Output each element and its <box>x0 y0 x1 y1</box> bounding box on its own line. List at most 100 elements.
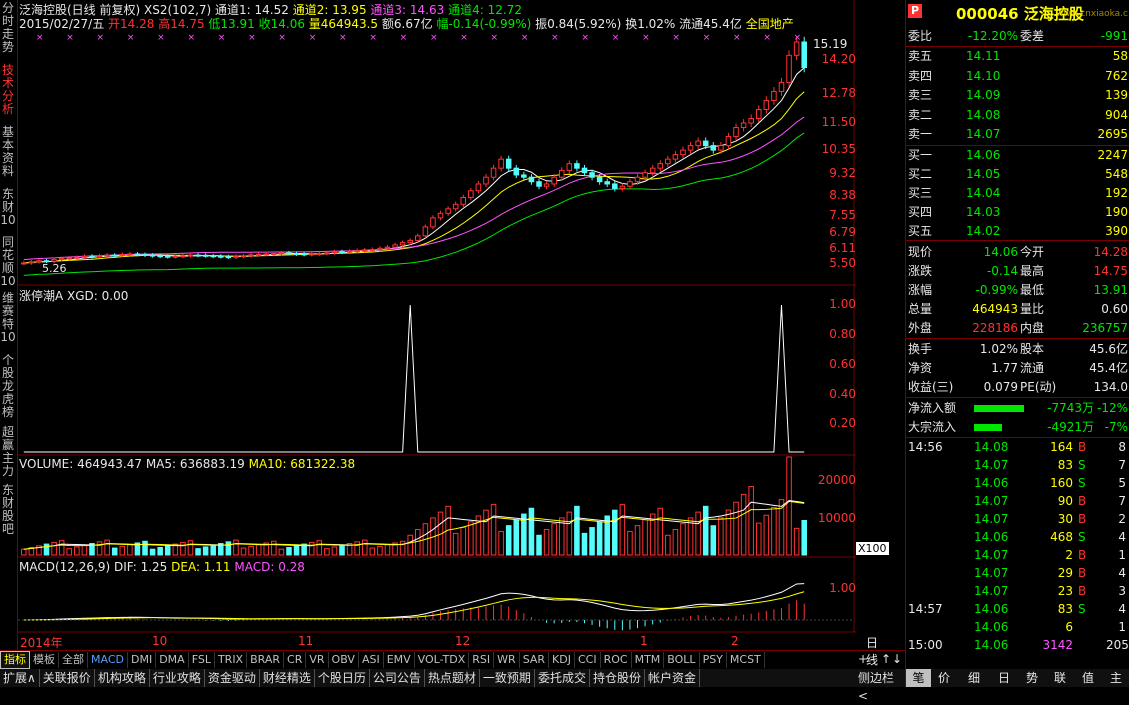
tick-row: 14.07 29 B 4 <box>906 564 1129 582</box>
nav-tab[interactable]: 热点题材 <box>425 669 480 687</box>
panel-tab[interactable]: 日 <box>998 669 1010 687</box>
indicator-tab[interactable]: CCI <box>575 652 601 668</box>
chart-area[interactable]: × × × × × × × × × × × × × × × × × × × × × × × × × × 泛海控股(日线 前复权) … <box>18 0 889 650</box>
side-tab-tonghuashun[interactable]: 同花顺10 <box>0 236 16 288</box>
nav-tab[interactable]: 个股日历 <box>315 669 370 687</box>
indicator-tab[interactable]: CR <box>284 652 307 668</box>
indicator-tab[interactable]: ASI <box>359 652 384 668</box>
side-tab-dragon-tiger[interactable]: 个股龙虎榜 <box>0 354 16 420</box>
candle-body <box>649 167 656 174</box>
indicator-tab[interactable]: PSY <box>700 652 727 668</box>
candle-body <box>286 252 292 255</box>
panel-tab[interactable]: 主 <box>1110 669 1122 687</box>
tick-count: 205 <box>1106 638 1129 652</box>
nav-tab[interactable]: 持仓股份 <box>590 669 645 687</box>
side-tab-dongcai[interactable]: 东财10 <box>0 188 16 234</box>
indicator-tab[interactable]: MACD <box>88 652 128 668</box>
candle-body <box>627 181 633 187</box>
indicator-tab[interactable]: BOLL <box>664 652 700 668</box>
signal-marker: × <box>460 33 468 43</box>
indicator-tab[interactable]: RSI <box>469 652 495 668</box>
candle-body <box>415 235 421 241</box>
indicator-tab[interactable]: EMV <box>384 652 415 668</box>
panel-tab[interactable]: 笔 <box>906 669 931 687</box>
indicator-tab[interactable]: 指标 <box>0 651 30 669</box>
indicator-tab[interactable]: MCST <box>727 652 765 668</box>
stat-value: 14.06 <box>983 245 1018 259</box>
price-tick: 10.35 <box>821 142 856 156</box>
indicator-tab[interactable]: DMA <box>156 652 189 668</box>
nav-tab[interactable]: 资金驱动 <box>205 669 260 687</box>
zoom-in-button[interactable]: + <box>858 652 868 666</box>
candle-body <box>142 253 148 256</box>
nav-tab[interactable]: 扩展∧ <box>0 669 40 687</box>
kline-chart[interactable]: × × × × × × × × × × × × × × × × × × × × × × × × × × <box>18 0 856 650</box>
nav-tab[interactable]: 委托成交 <box>535 669 590 687</box>
ind1-tick: 0.60 <box>829 357 856 371</box>
volume-bar <box>596 521 603 556</box>
volume-tick: 20000 <box>817 473 856 487</box>
indicator-tab[interactable]: VOL-TDX <box>415 652 470 668</box>
zoom-out-button[interactable]: - <box>870 652 874 666</box>
candle-body <box>104 254 110 257</box>
panel-tab[interactable]: 势 <box>1026 669 1038 687</box>
volume-bar <box>96 541 103 556</box>
scroll-up-button[interactable]: ↑ <box>881 652 891 666</box>
panel-tab[interactable]: 细 <box>968 669 980 687</box>
side-tab-weisaite[interactable]: 维赛特10 <box>0 292 16 344</box>
flow-pct: -7% <box>1104 420 1128 434</box>
indicator-tab[interactable]: OBV <box>329 652 359 668</box>
indicator-tab[interactable]: DMI <box>128 652 157 668</box>
candle-body <box>612 183 618 189</box>
ask-row: 卖三 14.09 139 <box>906 86 1129 104</box>
indicator-tab[interactable]: SAR <box>520 652 550 668</box>
panel-tab[interactable]: 价 <box>938 669 950 687</box>
nav-tab[interactable]: 财经精选 <box>260 669 315 687</box>
tick-volume: 160 <box>1050 476 1073 490</box>
indicator-tab[interactable]: WR <box>494 652 520 668</box>
panel-tab[interactable]: 联 <box>1054 669 1066 687</box>
signal-marker: × <box>339 33 347 43</box>
sidebar-toggle[interactable]: 侧边栏< <box>855 669 905 703</box>
bid-label: 买五 <box>908 224 933 238</box>
candle-body <box>36 260 42 263</box>
stat-label: 量比 <box>1020 302 1045 316</box>
candle-body <box>574 163 580 169</box>
nav-tab[interactable]: 关联报价 <box>40 669 95 687</box>
indicator-tab[interactable]: VR <box>306 652 329 668</box>
scroll-down-button[interactable]: ↓ <box>892 652 902 666</box>
side-tab-technical[interactable]: 技术分析 <box>0 64 16 120</box>
nav-tab[interactable]: 行业攻略 <box>150 669 205 687</box>
panel-tab[interactable]: 值 <box>1082 669 1094 687</box>
side-tab-intraday[interactable]: 分时走势 <box>0 2 16 60</box>
side-tab-main-force[interactable]: 超赢主力 <box>0 426 16 478</box>
indicator-tab[interactable]: TRIX <box>215 652 248 668</box>
indicator-tab[interactable]: BRAR <box>247 652 285 668</box>
nav-tab[interactable]: 帐户资金 <box>645 669 700 687</box>
side-tab-fundamentals[interactable]: 基本资料 <box>0 126 16 182</box>
tick-price: 14.06 <box>974 530 1009 544</box>
signal-marker: × <box>97 33 105 43</box>
tick-volume: 468 <box>1050 530 1073 544</box>
indicator-tab[interactable]: 全部 <box>59 652 88 668</box>
indicator-tab[interactable]: 模板 <box>30 652 59 668</box>
indicator-tab[interactable]: ROC <box>601 652 632 668</box>
candle-body <box>377 247 383 250</box>
stat-row: 涨跌 -0.14 最高 14.75 <box>906 262 1129 280</box>
nav-tab[interactable]: 机构攻略 <box>95 669 150 687</box>
signal-marker: × <box>703 33 711 43</box>
tick-volume: 3142 <box>1042 638 1073 652</box>
indicator-tab[interactable]: FSL <box>189 652 215 668</box>
candle-body <box>589 172 595 178</box>
bar-close: 收14.06 <box>258 17 305 31</box>
side-tab-guba[interactable]: 东财股吧 <box>0 484 16 540</box>
nav-tab[interactable]: 公司公告 <box>370 669 425 687</box>
candle-body <box>301 253 307 256</box>
candle-body <box>733 127 739 138</box>
indicator-tab[interactable]: KDJ <box>549 652 575 668</box>
ask-volume: 139 <box>1105 88 1128 102</box>
nav-tab[interactable]: 一致预期 <box>480 669 535 687</box>
candle-body <box>460 197 467 205</box>
indicator-tab[interactable]: MTM <box>632 652 665 668</box>
bid-row: 买二 14.05 548 <box>906 165 1129 183</box>
